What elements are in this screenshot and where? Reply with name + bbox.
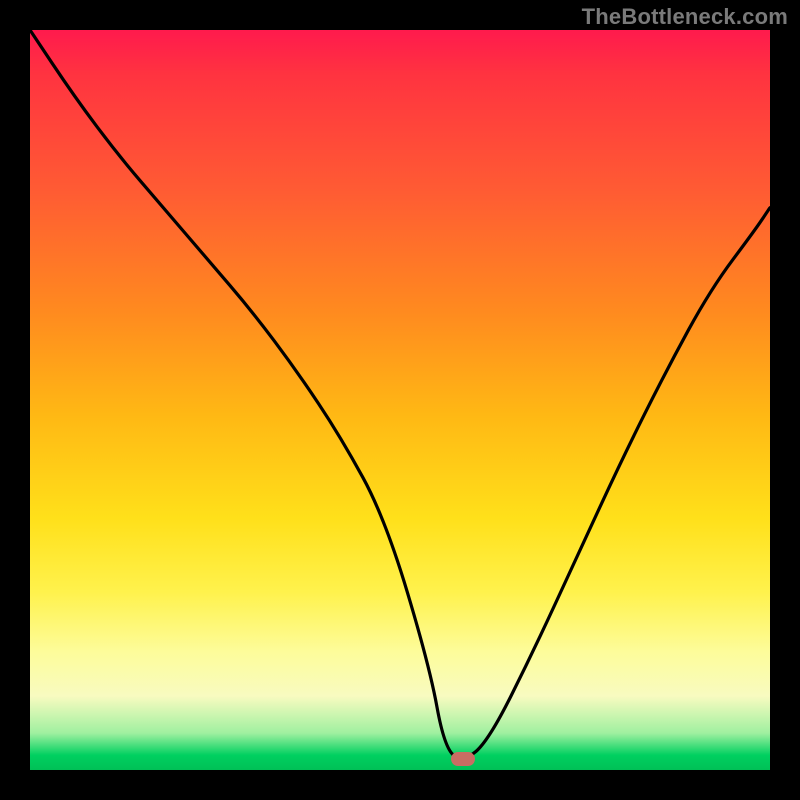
color-top: #ff1a4d: [0, 0, 1, 1]
chart-frame: TheBottleneck.com #000000 #ff1a4d #ffe01…: [0, 0, 800, 800]
color-bot: #00c056: [0, 0, 1, 1]
color-bg: #000000: [0, 0, 1, 1]
bottleneck-curve: [30, 30, 770, 770]
plot-area: [30, 30, 770, 770]
color-mid: #ffe01a: [0, 0, 1, 1]
optimal-point-marker: [451, 752, 475, 766]
color-marker: #c86d63: [0, 0, 1, 1]
color-curve: #000000: [0, 0, 1, 1]
watermark-text: TheBottleneck.com: [582, 4, 788, 30]
